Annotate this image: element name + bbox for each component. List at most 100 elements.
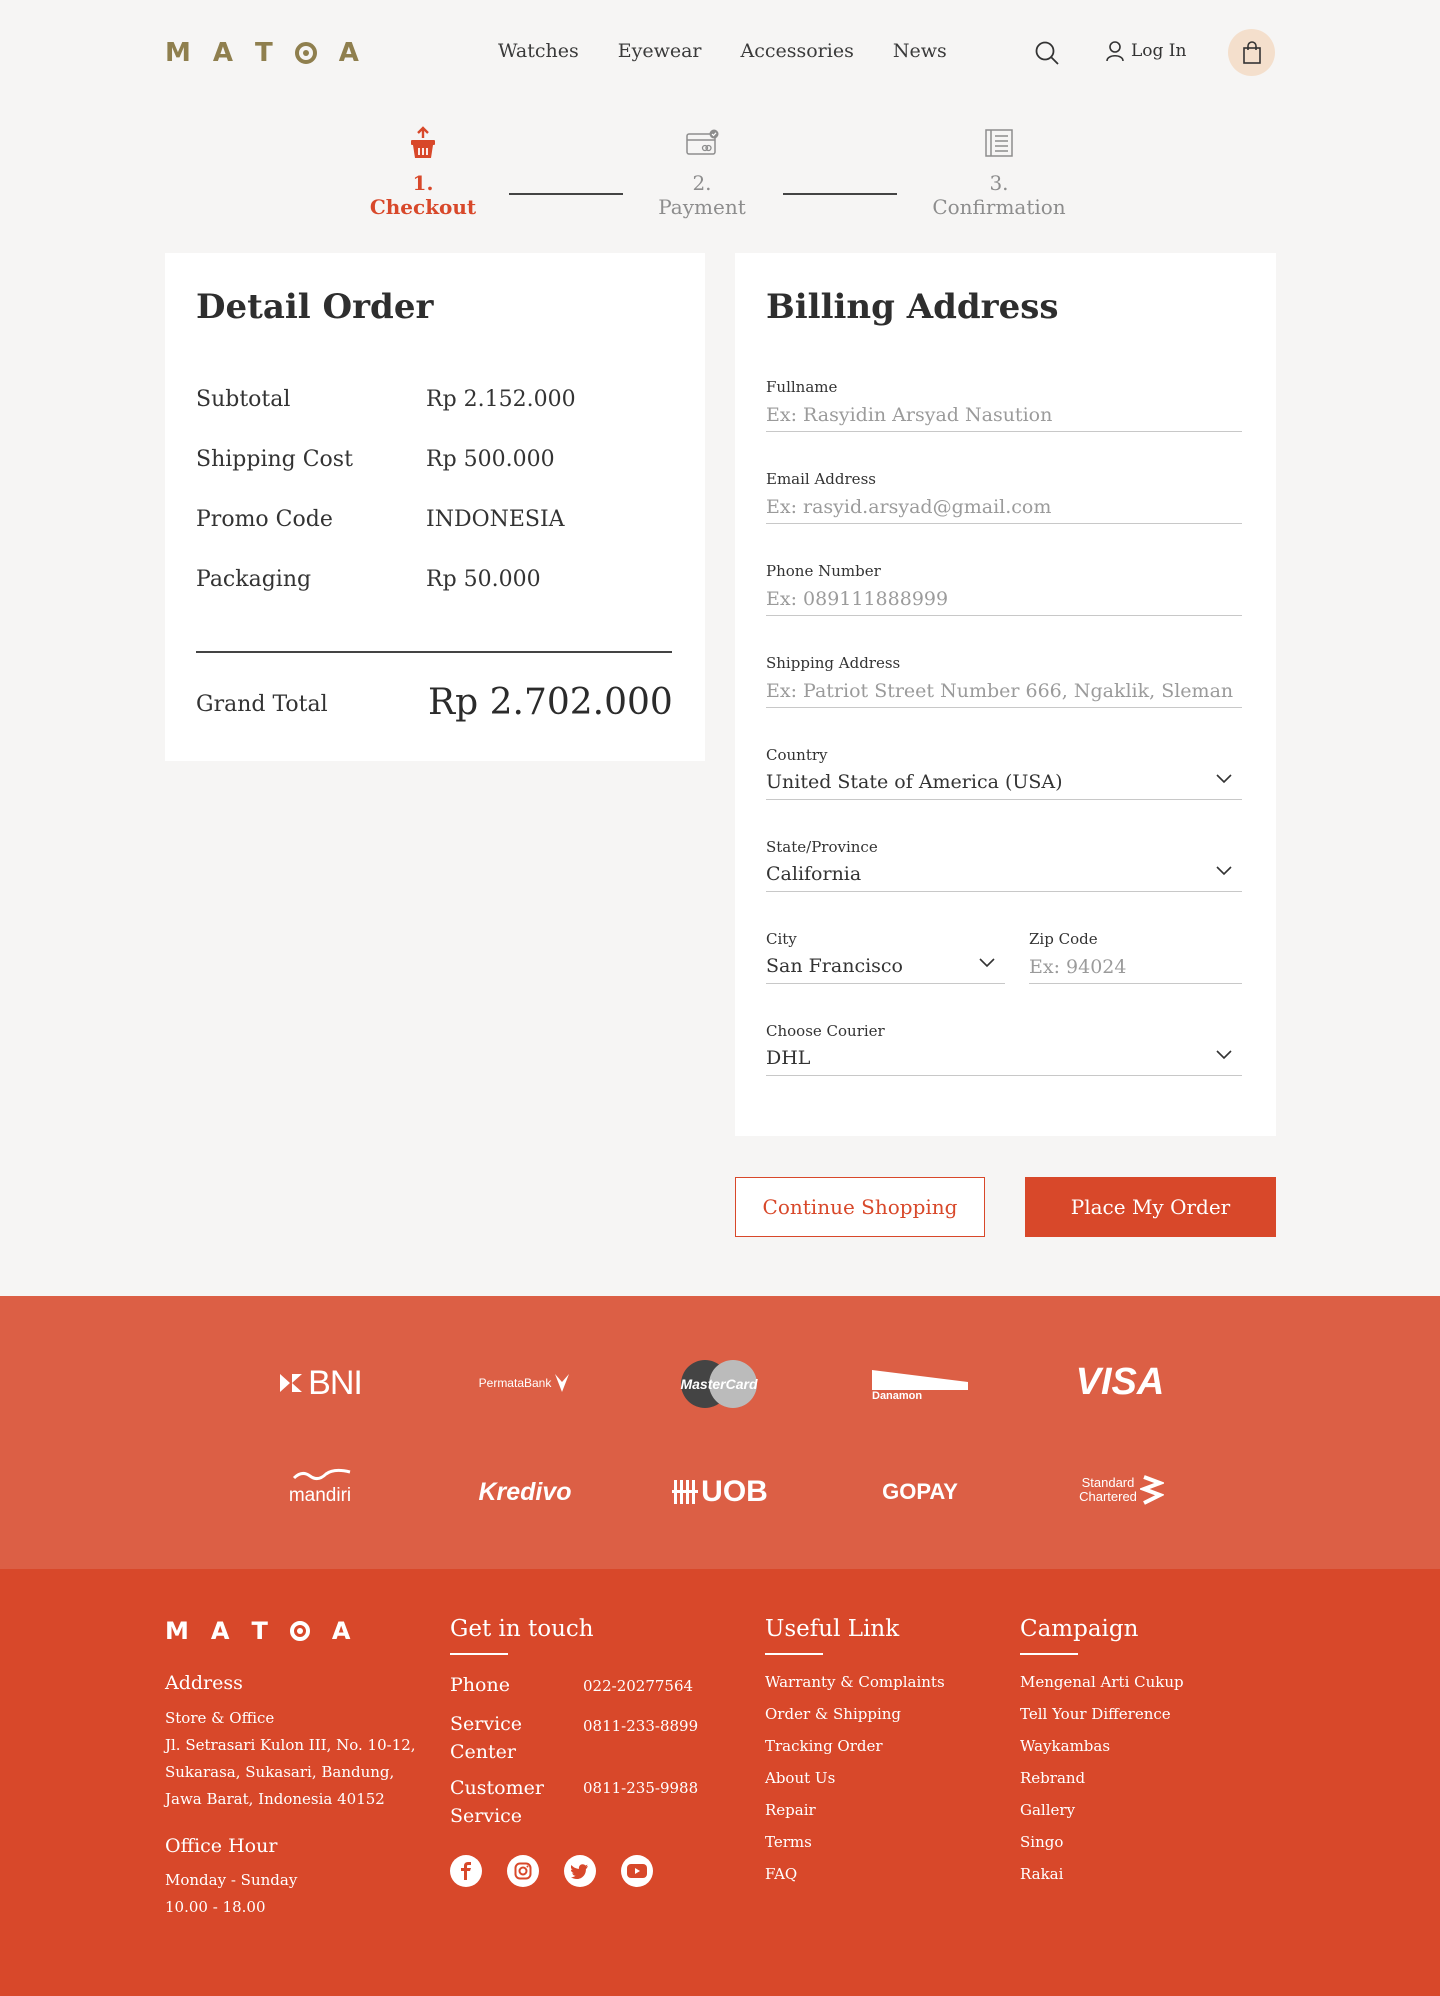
- facebook-icon[interactable]: [450, 1855, 482, 1887]
- contact-service-label: Service Center: [450, 1713, 523, 1763]
- nav-watches[interactable]: Watches: [498, 40, 579, 62]
- footer-link-campaign[interactable]: Rebrand: [1020, 1769, 1085, 1787]
- twitter-icon[interactable]: [564, 1855, 596, 1887]
- basket-icon: [360, 125, 486, 161]
- chevron-down-icon: [1216, 774, 1232, 784]
- courier-value: DHL: [766, 1047, 811, 1069]
- zip-label: Zip Code: [1029, 930, 1098, 948]
- row-value: Rp 2.152.000: [426, 387, 576, 412]
- step-checkout: 1. Checkout: [360, 125, 486, 219]
- footer-link-warranty[interactable]: Warranty & Complaints: [765, 1673, 945, 1691]
- country-select[interactable]: United State of America (USA): [766, 766, 1242, 800]
- detail-order-title: Detail Order: [196, 287, 434, 327]
- fullname-input[interactable]: [766, 398, 1242, 432]
- site-footer: M A T A Address Store & Office Jl. Setra…: [0, 1569, 1440, 1996]
- step-payment: 2. Payment: [646, 125, 758, 219]
- credit-card-icon: [646, 125, 758, 161]
- user-icon: [1106, 41, 1124, 62]
- billing-address-card: Billing Address Fullname Email Address P…: [735, 253, 1276, 1136]
- email-input[interactable]: [766, 490, 1242, 524]
- partner-standard-chartered-logo: Standard Chartered: [1070, 1470, 1170, 1510]
- courier-label: Choose Courier: [766, 1022, 885, 1040]
- zip-field: Zip Code: [1029, 930, 1242, 984]
- logo-letter: M: [165, 1617, 189, 1645]
- partner-bni-logo: BNI: [270, 1361, 370, 1405]
- footer-matoa-logo: M A T A: [165, 1617, 350, 1645]
- checklist-icon: [920, 125, 1078, 161]
- footer-link-tracking[interactable]: Tracking Order: [765, 1737, 883, 1755]
- fullname-label: Fullname: [766, 378, 838, 396]
- courier-select[interactable]: DHL: [766, 1042, 1242, 1076]
- step-label: 2. Payment: [658, 171, 746, 219]
- footer-link-faq[interactable]: FAQ: [765, 1865, 797, 1883]
- footer-campaign-title: Campaign: [1020, 1616, 1139, 1655]
- search-icon[interactable]: [1034, 40, 1060, 66]
- cart-button[interactable]: [1228, 29, 1275, 76]
- nav-eyewear[interactable]: Eyewear: [618, 40, 702, 62]
- place-order-button[interactable]: Place My Order: [1025, 1177, 1276, 1237]
- state-label: State/Province: [766, 838, 878, 856]
- step-connector: [783, 193, 897, 195]
- shipping-address-field: Shipping Address: [766, 654, 1242, 708]
- row-label: Packaging: [196, 567, 312, 592]
- footer-link-terms[interactable]: Terms: [765, 1833, 812, 1851]
- instagram-icon[interactable]: [507, 1855, 539, 1887]
- contact-customer-label: Customer Service: [450, 1777, 544, 1827]
- main-nav: Watches Eyewear Accessories News: [498, 40, 947, 62]
- order-divider: [196, 651, 672, 653]
- zip-input[interactable]: [1029, 950, 1242, 984]
- city-select[interactable]: San Francisco: [766, 950, 1005, 984]
- footer-hours-title: Office Hour: [165, 1835, 278, 1857]
- footer-link-campaign[interactable]: Singo: [1020, 1833, 1063, 1851]
- contact-phone-value[interactable]: 022-20277564: [583, 1677, 693, 1695]
- step-connector: [509, 193, 623, 195]
- state-select[interactable]: California: [766, 858, 1242, 892]
- fullname-field: Fullname: [766, 378, 1242, 432]
- contact-phone-label: Phone: [450, 1674, 510, 1696]
- footer-link-repair[interactable]: Repair: [765, 1801, 816, 1819]
- partner-visa-logo: VISA: [1075, 1360, 1165, 1403]
- shipping-address-input[interactable]: [766, 674, 1242, 708]
- footer-link-campaign[interactable]: Rakai: [1020, 1865, 1063, 1883]
- site-header: M A T A Watches Eyewear Accessories News…: [0, 0, 1440, 105]
- youtube-icon[interactable]: [621, 1855, 653, 1887]
- footer-link-about[interactable]: About Us: [765, 1769, 835, 1787]
- contact-customer-value[interactable]: 0811-235-9988: [583, 1779, 698, 1797]
- partner-gopay-logo: GOPAY: [882, 1479, 958, 1504]
- city-field: City San Francisco: [766, 930, 1005, 984]
- detail-order-card: Detail Order Subtotal Rp 2.152.000 Shipp…: [165, 253, 705, 761]
- footer-address-text: Store & Office Jl. Setrasari Kulon III, …: [165, 1709, 416, 1808]
- step-label: 1. Checkout: [369, 171, 477, 219]
- footer-touch-title: Get in touch: [450, 1616, 594, 1655]
- footer-link-campaign[interactable]: Waykambas: [1020, 1737, 1110, 1755]
- row-value: Rp 50.000: [426, 567, 541, 592]
- payment-partners: BNI PermataBank MasterCard Danamon VISA …: [0, 1296, 1440, 1569]
- login-link[interactable]: Log In: [1105, 40, 1186, 62]
- footer-link-campaign[interactable]: Mengenal Arti Cukup: [1020, 1673, 1184, 1691]
- matoa-logo[interactable]: M A T A: [165, 38, 359, 68]
- courier-field: Choose Courier DHL: [766, 1022, 1242, 1076]
- footer-hours-text: Monday - Sunday 10.00 - 18.00: [165, 1871, 298, 1916]
- grand-total-value: Rp 2.702.000: [428, 682, 673, 723]
- phone-input[interactable]: [766, 582, 1242, 616]
- logo-letter: A: [210, 1617, 230, 1645]
- shopping-bag-icon: [1242, 40, 1261, 64]
- city-value: San Francisco: [766, 955, 903, 977]
- nav-accessories[interactable]: Accessories: [740, 40, 853, 62]
- partner-danamon-logo: Danamon: [870, 1364, 970, 1404]
- country-value: United State of America (USA): [766, 771, 1063, 793]
- row-value: INDONESIA: [426, 507, 565, 532]
- nav-news[interactable]: News: [893, 40, 947, 62]
- footer-address-title: Address: [165, 1672, 243, 1694]
- partner-mastercard-logo: MasterCard: [677, 1358, 761, 1410]
- continue-shopping-button[interactable]: Continue Shopping: [735, 1177, 985, 1237]
- logo-letter: T: [251, 1617, 268, 1645]
- footer-link-order-shipping[interactable]: Order & Shipping: [765, 1705, 901, 1723]
- footer-link-campaign[interactable]: Tell Your Difference: [1020, 1705, 1171, 1723]
- billing-address-title: Billing Address: [766, 287, 1059, 327]
- contact-service-value[interactable]: 0811-233-8899: [583, 1717, 698, 1735]
- footer-link-campaign[interactable]: Gallery: [1020, 1801, 1075, 1819]
- chevron-down-icon: [979, 958, 995, 968]
- partner-uob-logo: UOB: [670, 1472, 770, 1512]
- chevron-down-icon: [1216, 866, 1232, 876]
